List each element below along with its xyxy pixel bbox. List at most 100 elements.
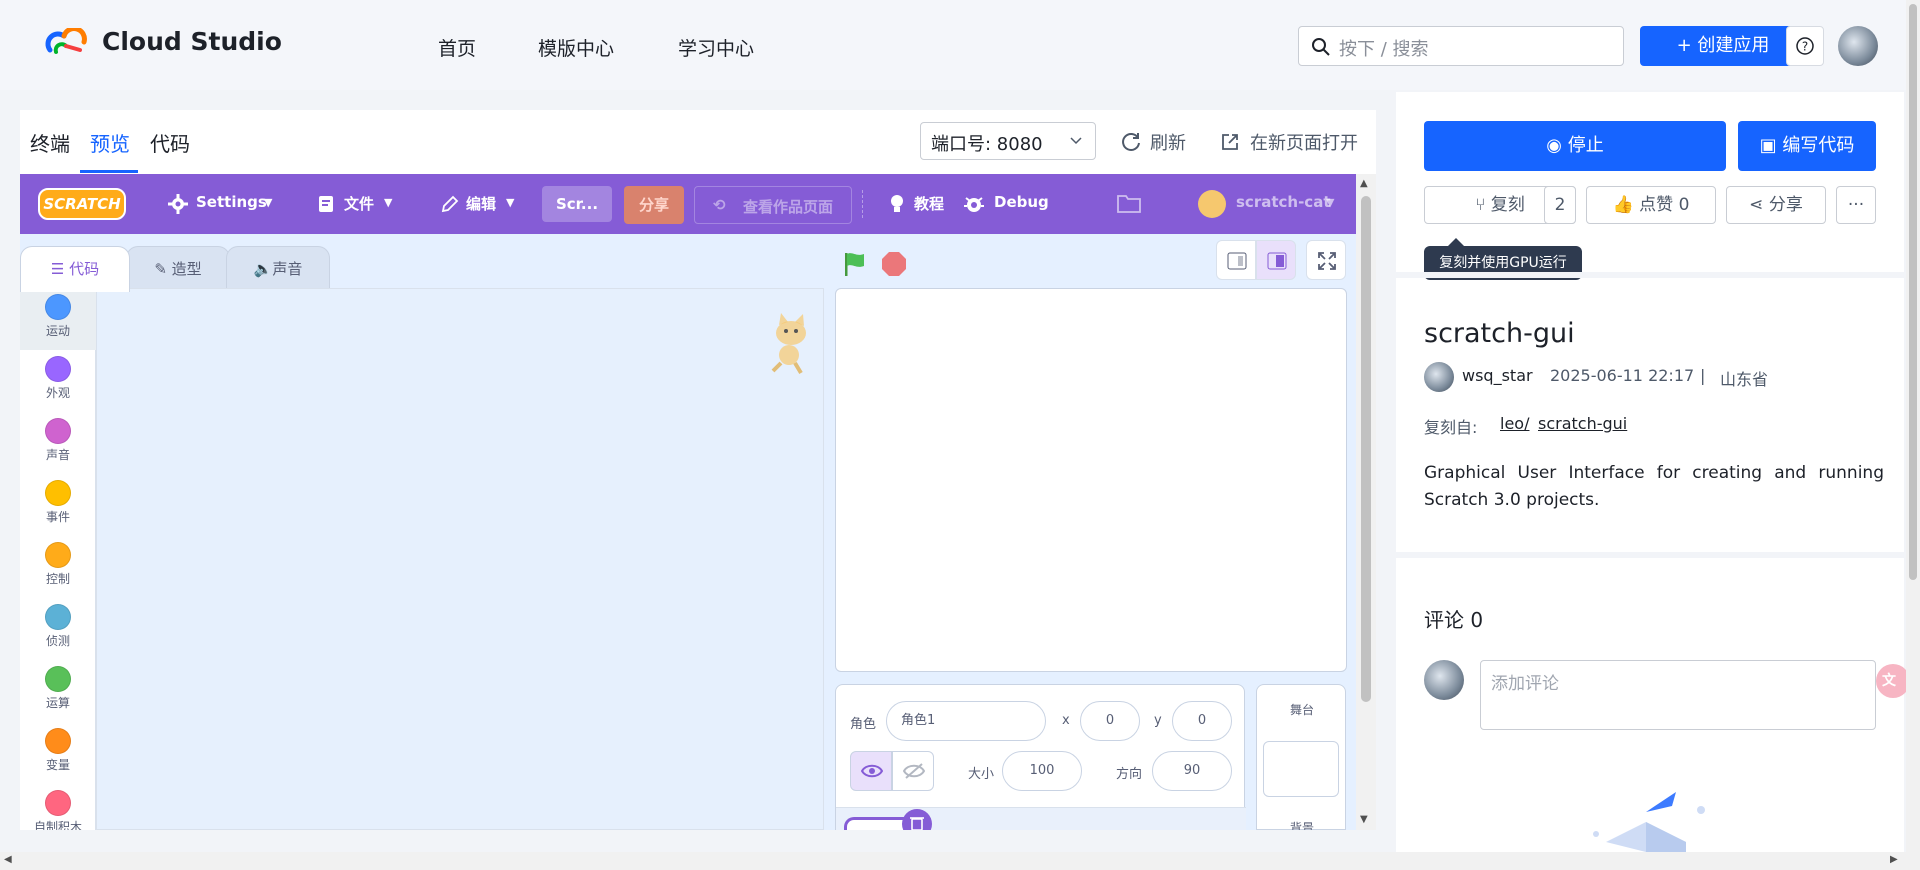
scroll-right-icon[interactable]: ▶ xyxy=(1890,854,1898,865)
category-sound[interactable]: 声音 xyxy=(20,412,96,474)
gear-icon xyxy=(168,194,188,214)
category-dot xyxy=(45,356,71,382)
refresh-icon[interactable] xyxy=(1120,130,1142,152)
like-button[interactable]: 👍 点赞 0 xyxy=(1586,186,1716,224)
username-menu[interactable]: scratch-cat xyxy=(1236,193,1331,211)
small-stage-button[interactable] xyxy=(1216,240,1256,280)
menu-divider xyxy=(862,190,863,218)
project-title-input[interactable]: Scr... xyxy=(542,186,612,222)
tab-code-blocks[interactable]: ☰ 代码 xyxy=(20,246,130,292)
category-variables[interactable]: 变量 xyxy=(20,722,96,784)
comment-input[interactable]: 添加评论 xyxy=(1480,660,1876,730)
page-scrollbar-thumb[interactable] xyxy=(1909,4,1917,580)
size-input[interactable]: 100 xyxy=(1002,751,1082,791)
author-avatar[interactable] xyxy=(1424,362,1454,392)
category-looks[interactable]: 外观 xyxy=(20,350,96,412)
category-sensing[interactable]: 侦测 xyxy=(20,598,96,660)
stop-sign-icon[interactable] xyxy=(880,250,908,278)
scratch-logo[interactable]: SCRATCH xyxy=(38,188,126,220)
category-label: 运动 xyxy=(45,324,70,338)
category-operators[interactable]: 运算 xyxy=(20,660,96,722)
chevron-down-icon xyxy=(1070,137,1082,145)
open-new-page-button[interactable]: 在新页面打开 xyxy=(1250,129,1358,155)
category-motion[interactable]: 运动 xyxy=(20,288,96,350)
nav-templates[interactable]: 模版中心 xyxy=(538,34,614,61)
show-sprite-button[interactable] xyxy=(850,751,892,791)
scroll-up-icon[interactable]: ▲ xyxy=(1360,178,1368,189)
more-button[interactable]: ··· xyxy=(1836,186,1876,224)
cloud-studio-logo-icon[interactable] xyxy=(44,28,90,58)
fork-count[interactable]: 2 xyxy=(1544,186,1576,224)
direction-input[interactable]: 90 xyxy=(1152,751,1232,791)
stage-thumbnail[interactable] xyxy=(1263,741,1339,797)
scratch-share-button[interactable]: 分享 xyxy=(624,186,684,224)
brand-name[interactable]: Cloud Studio xyxy=(102,27,282,56)
stop-icon: ◉ xyxy=(1546,135,1568,156)
file-menu[interactable]: 文件 xyxy=(344,193,374,214)
settings-menu[interactable]: Settings xyxy=(196,193,267,211)
svg-text:?: ? xyxy=(1802,40,1808,54)
code-tab-label: 代码 xyxy=(69,260,100,278)
scrollbar-thumb[interactable] xyxy=(1361,196,1371,702)
page-vertical-scrollbar[interactable] xyxy=(1906,0,1920,852)
stage-canvas[interactable] xyxy=(835,288,1347,672)
project-info-panel: ◉ 停止 ▣ 编写代码 ⑂ 复刻 2 👍 点赞 0 ⋖ 分享 ··· 复刻并使用… xyxy=(1396,92,1904,852)
category-my-blocks[interactable]: 自制积木 xyxy=(20,784,96,830)
green-flag-icon[interactable] xyxy=(840,250,868,278)
stage-selector-pane[interactable]: 舞台 背景 xyxy=(1256,684,1346,830)
scroll-left-icon[interactable]: ◀ xyxy=(4,854,12,865)
user-avatar[interactable] xyxy=(1838,26,1878,66)
tab-preview[interactable]: 预览 xyxy=(90,128,130,157)
tab-sounds[interactable]: 🔈声音 xyxy=(226,246,330,292)
meta-divider: | xyxy=(1700,366,1706,385)
nav-home[interactable]: 首页 xyxy=(438,34,476,61)
file-icon xyxy=(319,196,333,212)
block-categories: 运动 外观 声音 事件 控制 侦测 运算 变量 自制积木 xyxy=(20,288,96,830)
hide-sprite-button[interactable] xyxy=(892,751,934,791)
scroll-down-icon[interactable]: ▼ xyxy=(1360,814,1368,825)
see-project-page-button[interactable]: ⟲ 查看作品页面 xyxy=(694,186,852,224)
author-name[interactable]: wsq_star xyxy=(1462,366,1533,385)
share-button[interactable]: ⋖ 分享 xyxy=(1726,186,1826,224)
user-cat-avatar[interactable] xyxy=(1198,190,1226,218)
project-title: scratch-gui xyxy=(1424,318,1575,349)
edit-menu[interactable]: 编辑 xyxy=(466,193,496,214)
sprite-name-input[interactable]: 角色1 xyxy=(886,701,1046,741)
edit-code-button[interactable]: ▣ 编写代码 xyxy=(1738,121,1876,171)
trash-icon xyxy=(910,817,924,830)
like-label: 点赞 0 xyxy=(1639,195,1690,215)
forked-repo-link[interactable]: scratch-gui xyxy=(1538,414,1627,433)
share-icon: ⋖ xyxy=(1749,195,1769,215)
tab-code[interactable]: 代码 xyxy=(150,128,190,157)
x-input[interactable]: 0 xyxy=(1080,701,1140,741)
page-horizontal-scrollbar[interactable]: ◀ ▶ xyxy=(0,852,1920,870)
external-link-icon[interactable] xyxy=(1220,132,1240,152)
y-input[interactable]: 0 xyxy=(1172,701,1232,741)
category-events[interactable]: 事件 xyxy=(20,474,96,536)
create-app-button[interactable]: + 创建应用 xyxy=(1640,26,1806,66)
debug-button[interactable]: Debug xyxy=(994,193,1049,211)
search-input[interactable]: 按下 / 搜索 xyxy=(1298,26,1624,66)
translate-icon[interactable]: 文 xyxy=(1876,664,1910,698)
see-project-icon: ⟲ xyxy=(713,196,726,214)
category-label: 事件 xyxy=(45,510,70,524)
help-button[interactable]: ? xyxy=(1786,26,1824,66)
port-select[interactable]: 端口号: 8080 xyxy=(920,122,1096,160)
nav-learning[interactable]: 学习中心 xyxy=(678,34,754,61)
fullscreen-button[interactable] xyxy=(1306,240,1346,280)
large-stage-button[interactable] xyxy=(1256,240,1296,280)
category-dot xyxy=(45,480,71,506)
publish-date: 2025-06-11 22:17 xyxy=(1550,366,1695,385)
forked-user-link[interactable]: leo/ xyxy=(1500,414,1529,433)
tab-costumes[interactable]: ✎ 造型 xyxy=(126,246,230,292)
code-workspace[interactable] xyxy=(96,288,824,830)
refresh-button[interactable]: 刷新 xyxy=(1150,129,1186,155)
divider xyxy=(1396,272,1904,278)
category-control[interactable]: 控制 xyxy=(20,536,96,598)
tutorials-button[interactable]: 教程 xyxy=(914,193,944,214)
category-label: 运算 xyxy=(45,696,70,710)
tab-terminal[interactable]: 终端 xyxy=(30,128,70,157)
folder-icon[interactable] xyxy=(1116,192,1142,214)
preview-scrollbar[interactable]: ▲ ▼ xyxy=(1356,174,1376,830)
stop-button[interactable]: ◉ 停止 xyxy=(1424,121,1726,171)
